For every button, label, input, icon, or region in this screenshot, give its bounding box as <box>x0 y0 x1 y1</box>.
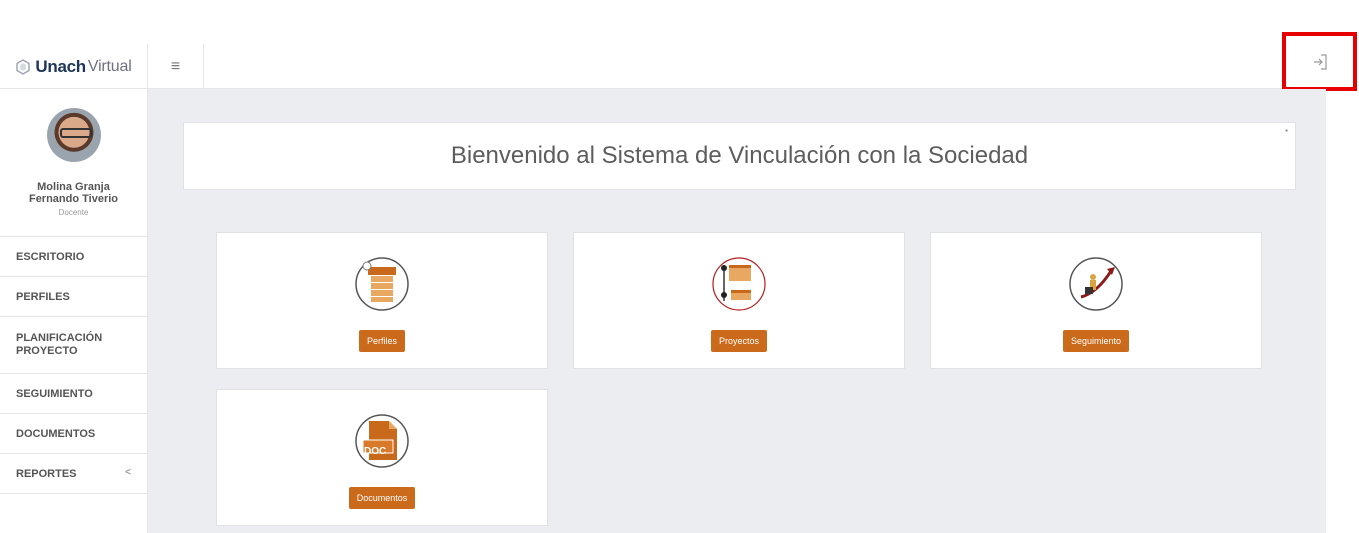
card-seguimiento: Seguimiento <box>930 232 1262 369</box>
sidebar-item-label: DOCUMENTOS <box>16 427 96 440</box>
card-proyectos: Proyectos <box>573 232 905 369</box>
sidebar-item-label: SEGUIMIENTO <box>16 387 93 400</box>
seguimiento-button[interactable]: Seguimiento <box>1062 330 1130 352</box>
hamburger-icon: ≡ <box>170 57 181 75</box>
logo-strong-text: Unach <box>35 56 86 76</box>
welcome-panel: Bienvenido al Sistema de Vinculación con… <box>183 122 1296 190</box>
proyectos-button[interactable]: Proyectos <box>710 330 768 352</box>
main-content: Bienvenido al Sistema de Vinculación con… <box>148 89 1326 533</box>
sidebar-item-label: PERFILES <box>16 290 70 303</box>
sidebar-item-reportes[interactable]: REPORTES < <box>0 454 147 494</box>
collapse-icon[interactable]: ▪ <box>1285 126 1288 135</box>
perfiles-button[interactable]: Perfiles <box>358 330 405 352</box>
top-header: Unach Virtual ≡ <box>0 44 1326 89</box>
avatar <box>46 108 101 162</box>
logo-light-text: Virtual <box>87 57 132 75</box>
user-profile: Molina Granja Fernando Tiverio Docente <box>0 89 147 237</box>
sign-out-icon <box>1313 53 1327 70</box>
card-documentos: DOC Documentos <box>216 389 548 526</box>
sidebar-item-seguimiento[interactable]: SEGUIMIENTO <box>0 374 147 414</box>
documentos-button[interactable]: Documentos <box>348 487 416 509</box>
sidebar-item-perfiles[interactable]: PERFILES <box>0 277 147 317</box>
sidebar-item-planificacion-proyecto[interactable]: PLANIFICACIÓN PROYECTO <box>0 317 147 374</box>
sidebar-item-label: PLANIFICACIÓN PROYECTO <box>16 332 103 357</box>
chevron-left-icon: < <box>125 467 131 478</box>
user-role: Docente <box>58 208 89 217</box>
tracking-icon <box>1069 257 1123 311</box>
menu-toggle-button[interactable]: ≡ <box>148 44 204 89</box>
sidebar-item-label: ESCRITORIO <box>16 250 85 263</box>
sidebar-item-label: REPORTES <box>16 467 77 480</box>
doc-icon-label: DOC <box>364 446 387 457</box>
logo[interactable]: Unach Virtual <box>0 44 148 89</box>
sidebar-item-escritorio[interactable]: ESCRITORIO <box>0 237 147 277</box>
welcome-title: Bienvenido al Sistema de Vinculación con… <box>450 142 1029 169</box>
doc-icon <box>355 414 409 468</box>
projects-icon <box>712 257 766 311</box>
user-name: Molina Granja Fernando Tiverio <box>28 181 119 205</box>
profiles-icon <box>355 257 409 311</box>
sidebar-item-documentos[interactable]: DOCUMENTOS <box>0 414 147 454</box>
logo-icon <box>16 58 31 75</box>
logout-button[interactable] <box>1282 32 1357 91</box>
card-perfiles: Perfiles <box>216 232 548 369</box>
page: Unach Virtual ≡ Molina Granja Fernando T… <box>0 0 1359 533</box>
sidebar: Molina Granja Fernando Tiverio Docente E… <box>0 89 148 533</box>
